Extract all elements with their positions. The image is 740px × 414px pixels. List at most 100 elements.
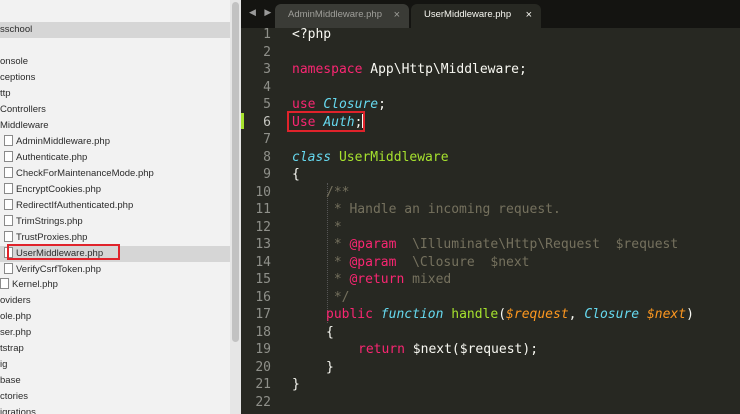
code-line-12: * xyxy=(326,219,342,235)
file-sidebar: sschool onsole ceptions ttp Controllers … xyxy=(0,0,241,414)
code-line-14: * @param \Closure $next xyxy=(326,254,530,270)
sidebar-project-header[interactable]: sschool xyxy=(0,22,230,38)
sidebar-item-label: onsole xyxy=(0,56,28,67)
code-line-19: return $next($request); xyxy=(358,342,539,357)
code-line-9: { xyxy=(292,167,300,182)
sidebar-item-label: EncryptCookies.php xyxy=(16,184,102,195)
sidebar-item-label: ctories xyxy=(0,391,28,402)
sidebar-item-providers[interactable]: oviders xyxy=(0,293,31,309)
sidebar-item-factories[interactable]: ctories xyxy=(0,389,28,405)
line-number: 3 xyxy=(263,62,271,77)
sidebar-item-label: ttp xyxy=(0,88,11,99)
sidebar-item-migrations[interactable]: igrations xyxy=(0,405,36,414)
close-icon[interactable]: × xyxy=(526,4,532,26)
code-line-10: /** xyxy=(326,184,350,200)
file-icon xyxy=(4,199,13,210)
line-number: 21 xyxy=(255,377,271,392)
code-line-1: <?php xyxy=(292,27,332,42)
line-number: 7 xyxy=(263,132,271,147)
sidebar-item-label: ser.php xyxy=(0,327,32,338)
sidebar-item-console[interactable]: onsole xyxy=(0,54,28,70)
file-icon xyxy=(4,183,13,194)
line-number: 11 xyxy=(255,202,271,217)
sidebar-item-label: VerifyCsrfToken.php xyxy=(16,264,102,275)
sidebar-file-verifycsrftoken[interactable]: VerifyCsrfToken.php xyxy=(4,262,101,278)
line-number: 18 xyxy=(255,324,271,340)
sidebar-item-label: tstrap xyxy=(0,343,24,354)
line-number: 19 xyxy=(255,342,271,357)
tab-bar: ◀ ▶ AdminMiddleware.php × UserMiddleware… xyxy=(241,0,740,28)
line-number: 1 xyxy=(263,27,271,42)
file-icon xyxy=(4,263,13,274)
selected-file-highlight-box xyxy=(7,244,120,260)
line-number: 12 xyxy=(255,219,271,235)
sidebar-item-label: oviders xyxy=(0,295,31,306)
sidebar-item-label: Controllers xyxy=(0,104,46,115)
line-number: 16 xyxy=(255,289,271,305)
sidebar-item-label: CheckForMaintenanceMode.php xyxy=(16,168,154,179)
file-icon xyxy=(4,135,13,146)
line-number-gutter: 1 2 3 4 5 6 7 8 9 10 11 12 13 14 15 16 1… xyxy=(241,27,281,414)
line-number: 10 xyxy=(255,184,271,200)
line-number: 5 xyxy=(263,97,271,112)
code-line-20: } xyxy=(326,359,334,375)
code-line-8: class UserMiddleware xyxy=(292,149,449,165)
line-number: 13 xyxy=(255,237,271,252)
line-number: 20 xyxy=(255,359,271,375)
sidebar-file-adminmiddleware[interactable]: AdminMiddleware.php xyxy=(4,134,110,150)
code-editor[interactable]: 1 2 3 4 5 6 7 8 9 10 11 12 13 14 15 16 1… xyxy=(241,27,740,414)
sidebar-item-label: igrations xyxy=(0,407,36,414)
sidebar-item-label: Authenticate.php xyxy=(16,152,88,163)
sidebar-file-encryptcookies[interactable]: EncryptCookies.php xyxy=(4,182,101,198)
line-number: 15 xyxy=(255,272,271,287)
tab-nav-arrows[interactable]: ◀ ▶ xyxy=(249,7,274,18)
sidebar-item-bootstrap[interactable]: tstrap xyxy=(0,341,24,357)
code-line-3: namespace App\Http\Middleware; xyxy=(292,62,527,77)
sidebar-file-trimstrings[interactable]: TrimStrings.php xyxy=(4,214,83,230)
tab-label: UserMiddleware.php xyxy=(424,9,512,20)
sidebar-item-label: Kernel.php xyxy=(12,279,58,290)
code-line-21: } xyxy=(292,377,300,392)
sidebar-file-redirectifauthenticated[interactable]: RedirectIfAuthenticated.php xyxy=(4,198,133,214)
line-number: 6 xyxy=(263,114,271,130)
sidebar-scrollbar-thumb[interactable] xyxy=(232,2,239,342)
code-line-16: */ xyxy=(326,289,350,305)
sidebar-item-label: RedirectIfAuthenticated.php xyxy=(16,200,134,211)
code-highlight-box xyxy=(287,111,365,132)
code-line-11: * Handle an incoming request. xyxy=(326,202,561,217)
sidebar-item-label: AdminMiddleware.php xyxy=(16,136,110,147)
line-number: 2 xyxy=(263,44,271,60)
tab-label: AdminMiddleware.php xyxy=(288,9,382,20)
code-line-18: { xyxy=(326,324,334,340)
file-icon xyxy=(4,151,13,162)
line-number: 22 xyxy=(255,394,271,410)
sidebar-item-label: ceptions xyxy=(0,72,36,83)
sidebar-item-label: ig xyxy=(0,359,8,370)
sidebar-item-middleware[interactable]: Middleware xyxy=(0,118,49,134)
sidebar-file-kernel[interactable]: Kernel.php xyxy=(0,277,58,293)
file-icon xyxy=(0,278,9,289)
close-icon[interactable]: × xyxy=(394,4,400,26)
sidebar-item-config[interactable]: ig xyxy=(0,357,7,373)
code-line-17: public function handle($request, Closure… xyxy=(326,307,694,322)
sidebar-item-http[interactable]: ttp xyxy=(0,86,11,102)
file-icon xyxy=(4,167,13,178)
sidebar-file-authenticate[interactable]: Authenticate.php xyxy=(4,150,87,166)
sidebar-item-label: ole.php xyxy=(0,311,32,322)
line-number: 9 xyxy=(263,167,271,182)
sidebar-item-exceptions[interactable]: ceptions xyxy=(0,70,35,86)
sidebar-file-checkformaintenancemode[interactable]: CheckForMaintenanceMode.php xyxy=(4,166,154,182)
sidebar-item-controllers[interactable]: Controllers xyxy=(0,102,46,118)
sidebar-file-role[interactable]: ole.php xyxy=(0,309,31,325)
tab-usermiddleware[interactable]: UserMiddleware.php × xyxy=(411,4,541,28)
sidebar-item-label: base xyxy=(0,375,21,386)
sidebar-file-user[interactable]: ser.php xyxy=(0,325,31,341)
project-name: sschool xyxy=(0,24,33,35)
line-number: 8 xyxy=(263,149,271,165)
code-line-13: * @param \Illuminate\Http\Request $reque… xyxy=(326,237,679,252)
sidebar-scrollbar[interactable] xyxy=(230,0,241,414)
sidebar-item-database[interactable]: base xyxy=(0,373,21,389)
tab-adminmiddleware[interactable]: AdminMiddleware.php × xyxy=(275,4,409,28)
code-line-15: * @return mixed xyxy=(326,272,452,287)
line-number: 17 xyxy=(255,307,271,322)
